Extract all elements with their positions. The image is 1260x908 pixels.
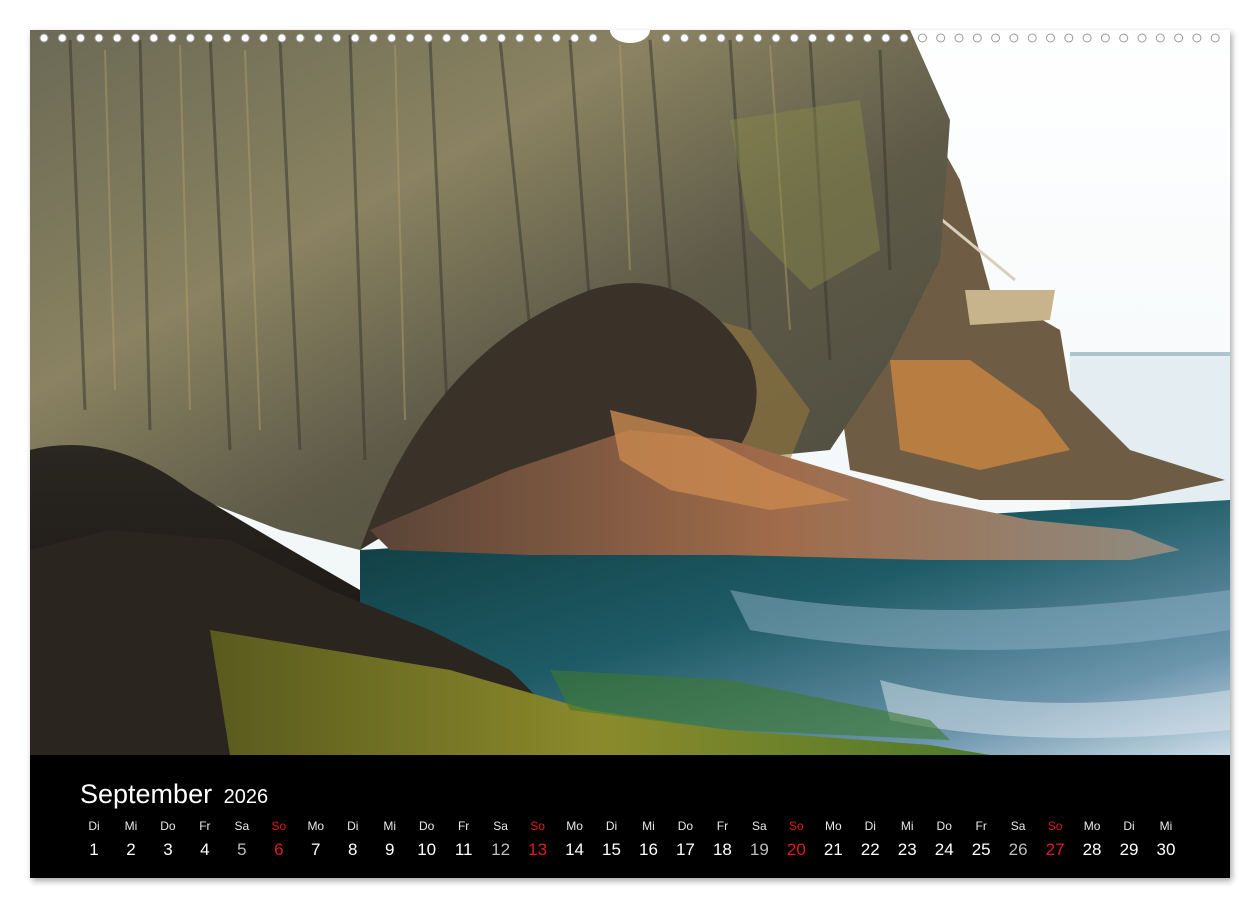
day-number: 18 [712, 840, 732, 859]
day-number: 20 [786, 840, 806, 859]
calendar-strip: September 2026 Di 1 Mi 2 Do 3 Fr 4 Sa 5 So 6 Mo 7 Di 8 M… [30, 755, 1230, 878]
weekday-label: Fr [716, 819, 729, 833]
day-number: 30 [1156, 840, 1176, 859]
weekday-label: Do [160, 819, 176, 833]
weekday-label: So [530, 819, 545, 833]
day-number: 16 [639, 840, 658, 859]
day-number: 1 [89, 840, 99, 859]
day-number: 19 [749, 840, 769, 859]
day-number: 2 [126, 840, 136, 859]
day-number: 12 [491, 840, 511, 859]
weekday-label: Fr [975, 819, 987, 833]
weekday-label: Mi [642, 819, 655, 833]
weekday-label: Mo [566, 819, 583, 833]
day-number: 17 [675, 840, 695, 859]
weekday-label: Di [1123, 819, 1135, 833]
weekday-label: So [1047, 819, 1063, 833]
weekday-label: Sa [1010, 819, 1026, 833]
day-number: 5 [237, 840, 247, 859]
day-number: 29 [1119, 840, 1139, 859]
day-grid: Di 1 Mi 2 Do 3 Fr 4 Sa 5 So 6 Mo 7 Di 8 Mi 9 Do 10 Fr 11 Sa 12 S… [30, 755, 1230, 878]
day-number: 21 [823, 840, 843, 859]
day-number: 3 [163, 840, 173, 859]
day-number: 11 [454, 840, 473, 859]
weekday-label: Sa [234, 819, 250, 833]
day-number: 28 [1082, 840, 1102, 859]
weekday-label: Di [864, 819, 876, 833]
weekday-label: Fr [457, 819, 470, 833]
weekday-label: Do [677, 819, 694, 833]
weekday-label: Mo [307, 819, 325, 833]
day-number: 25 [971, 840, 991, 859]
weekday-label: Di [88, 819, 100, 833]
day-number: 26 [1008, 840, 1028, 859]
weekday-label: Mi [900, 819, 914, 833]
weekday-label: Mo [824, 819, 842, 833]
day-number: 15 [602, 840, 621, 859]
calendar-page: September 2026 Di 1 Mi 2 Do 3 Fr 4 Sa 5 So 6 Mo 7 Di 8 M… [30, 30, 1230, 878]
day-number: 10 [417, 840, 437, 859]
day-number: 14 [565, 840, 584, 859]
day-number: 4 [200, 840, 210, 859]
weekday-label: Do [936, 819, 952, 833]
day-number: 8 [348, 840, 358, 859]
weekday-label: So [271, 819, 287, 833]
day-number: 9 [384, 840, 395, 859]
day-number: 7 [311, 840, 321, 859]
day-number: 13 [528, 840, 548, 859]
weekday-label: Sa [493, 819, 508, 833]
weekday-label: Mi [1159, 819, 1173, 833]
weekday-label: Sa [752, 819, 767, 833]
weekday-label: Mi [383, 819, 397, 833]
day-number: 22 [860, 840, 880, 859]
day-number: 23 [897, 840, 917, 859]
day-number: 27 [1045, 840, 1065, 859]
weekday-label: Mi [124, 819, 138, 833]
day-number: 6 [274, 840, 284, 859]
weekday-label: Di [605, 819, 618, 833]
weekday-label: So [789, 819, 804, 833]
sea-cliff-photo [30, 30, 1230, 755]
weekday-label: Fr [199, 819, 211, 833]
weekday-label: Do [419, 819, 435, 833]
day-number: 24 [934, 840, 954, 859]
weekday-label: Mo [1083, 819, 1101, 833]
weekday-label: Di [347, 819, 359, 833]
